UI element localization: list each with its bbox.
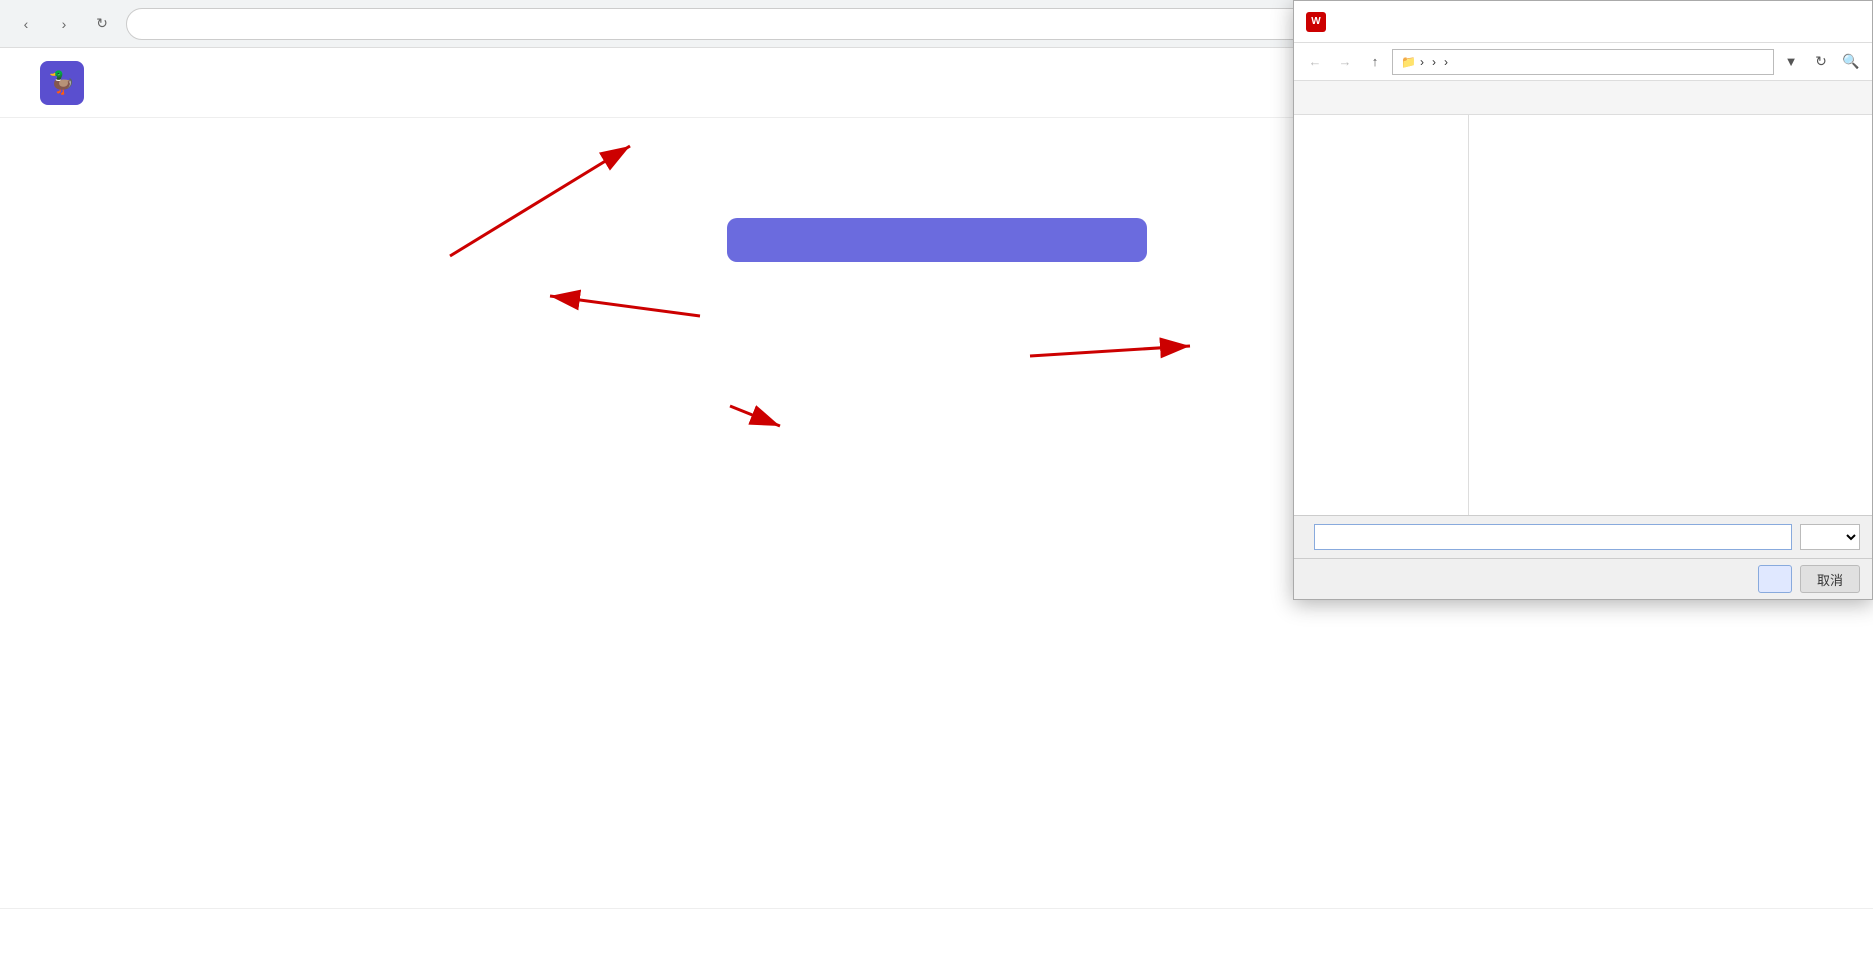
dialog-titlebar: W <box>1294 1 1872 43</box>
dialog-bottom <box>1294 515 1872 558</box>
dialog-actions: 取消 <box>1294 558 1872 599</box>
dialog-up-button[interactable]: ↑ <box>1362 49 1388 75</box>
nav-forward-button[interactable]: › <box>50 10 78 38</box>
breadcrumb-bar: 📁 › › › <box>1392 49 1774 75</box>
open-button[interactable] <box>1758 565 1792 593</box>
breadcrumb-sep2: › <box>1432 55 1436 69</box>
nav-refresh-button[interactable]: ↻ <box>88 10 116 38</box>
site-footer <box>0 908 1873 955</box>
file-dialog: W ← → ↑ 📁 › › › ▼ ↻ 🔍 <box>1293 0 1873 600</box>
dialog-secondary-toolbar <box>1294 81 1872 115</box>
dialog-refresh-button[interactable]: ↻ <box>1808 49 1834 75</box>
breadcrumb-sep3: › <box>1444 55 1448 69</box>
nav-back-button[interactable]: ‹ <box>12 10 40 38</box>
dialog-toolbar: ← → ↑ 📁 › › › ▼ ↻ 🔍 <box>1294 43 1872 81</box>
dialog-logo: W <box>1306 12 1326 32</box>
breadcrumb-dropdown[interactable]: ▼ <box>1778 49 1804 75</box>
breadcrumb-sep1: › <box>1420 55 1424 69</box>
breadcrumb-computer: 📁 <box>1401 55 1416 69</box>
dialog-body <box>1294 115 1872 515</box>
upload-button[interactable] <box>727 218 1147 262</box>
dialog-forward-button[interactable]: → <box>1332 49 1358 75</box>
dialog-sidebar <box>1294 115 1469 515</box>
filetype-select[interactable] <box>1800 524 1860 550</box>
dialog-files <box>1469 115 1872 515</box>
filename-input[interactable] <box>1314 524 1792 550</box>
logo-icon: 🦆 <box>40 61 84 105</box>
dialog-back-button[interactable]: ← <box>1302 49 1328 75</box>
dialog-search-button[interactable]: 🔍 <box>1838 49 1864 75</box>
site-logo: 🦆 <box>40 61 92 105</box>
cancel-button[interactable]: 取消 <box>1800 565 1860 593</box>
